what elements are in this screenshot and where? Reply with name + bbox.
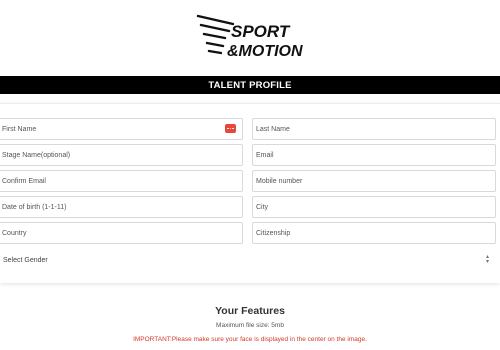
email-input[interactable]: Email xyxy=(252,144,496,166)
citizenship-input[interactable]: Citizenship xyxy=(252,222,496,244)
stage-name-placeholder: Stage Name(optional) xyxy=(2,151,71,159)
mobile-number-input[interactable]: Mobile number xyxy=(252,170,496,192)
stage-name-input[interactable]: Stage Name(optional) xyxy=(0,144,243,166)
country-input[interactable]: Country xyxy=(0,222,243,244)
logo-line2: &MOTION xyxy=(227,43,303,60)
password-manager-icon[interactable] xyxy=(225,124,236,133)
sport-motion-logo[interactable]: SPORT &MOTION xyxy=(195,12,305,62)
gender-select-value: Select Gender xyxy=(3,256,48,264)
last-name-placeholder: Last Name xyxy=(256,125,290,133)
first-name-placeholder: First Name xyxy=(2,125,37,133)
citizenship-placeholder: Citizenship xyxy=(256,229,291,237)
page-title: TALENT PROFILE xyxy=(208,79,292,91)
first-name-input[interactable]: First Name xyxy=(0,118,243,140)
logo-line1: SPORT xyxy=(231,22,291,41)
city-input[interactable]: City xyxy=(252,196,496,218)
mobile-number-placeholder: Mobile number xyxy=(256,177,303,185)
country-placeholder: Country xyxy=(2,229,27,237)
last-name-input[interactable]: Last Name xyxy=(252,118,496,140)
date-of-birth-placeholder: Date of birth (1-1-11) xyxy=(2,203,67,211)
email-placeholder: Email xyxy=(256,151,274,159)
important-notice: IMPORTANT:Please make sure your face is … xyxy=(133,336,367,343)
city-placeholder: City xyxy=(256,203,269,211)
logo-graphic: SPORT &MOTION xyxy=(196,14,303,60)
confirm-email-placeholder: Confirm Email xyxy=(2,177,46,185)
talent-profile-form: First Name Last Name Stage Name(optional… xyxy=(0,103,500,283)
date-of-birth-input[interactable]: Date of birth (1-1-11) xyxy=(0,196,243,218)
gender-select[interactable]: Select Gender ▴ ▾ xyxy=(0,250,500,270)
page-title-bar: TALENT PROFILE xyxy=(0,76,500,94)
max-file-size-note: Maximum file size: 5mb xyxy=(216,322,284,329)
features-heading: Your Features xyxy=(215,305,285,317)
confirm-email-input[interactable]: Confirm Email xyxy=(0,170,243,192)
up-down-caret-icon: ▴ ▾ xyxy=(485,254,489,265)
